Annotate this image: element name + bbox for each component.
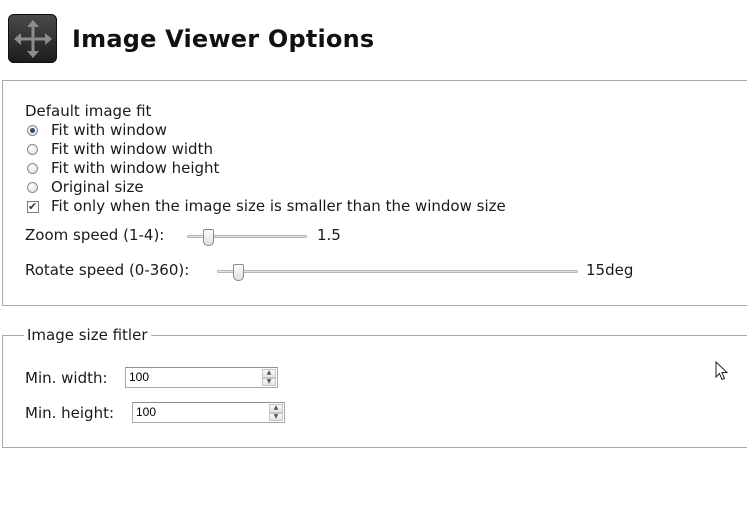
check-icon: ✔: [28, 199, 38, 213]
decrement-icon[interactable]: ▼: [262, 377, 276, 386]
fit-height-radio[interactable]: [27, 163, 38, 174]
rotate-speed-row: Rotate speed (0-360): 15deg: [25, 261, 645, 281]
increment-icon[interactable]: ▲: [262, 369, 276, 378]
fit-width-label: Fit with window width: [51, 140, 213, 158]
original-size-option[interactable]: Original size: [27, 178, 144, 197]
original-size-radio[interactable]: [27, 182, 38, 193]
min-width-value: 100: [129, 370, 150, 384]
rotate-speed-label: Rotate speed (0-360):: [25, 261, 190, 279]
zoom-speed-label: Zoom speed (1-4):: [25, 226, 165, 244]
rotate-speed-value: 15deg: [586, 261, 634, 279]
decrement-icon[interactable]: ▼: [269, 412, 283, 421]
mouse-cursor-icon: [715, 360, 729, 385]
fit-only-smaller-label: Fit only when the image size is smaller …: [51, 197, 506, 215]
fit-height-option[interactable]: Fit with window height: [27, 159, 219, 178]
min-width-row: Min. width: 100 ▲ ▼: [25, 367, 305, 389]
default-fit-label: Default image fit: [25, 102, 152, 120]
fit-window-radio[interactable]: [27, 125, 38, 136]
fit-only-smaller-option[interactable]: ✔ Fit only when the image size is smalle…: [27, 197, 506, 216]
page-title: Image Viewer Options: [72, 24, 375, 53]
move-arrows-icon: [8, 14, 57, 63]
size-filter-legend: Image size fitler: [24, 326, 151, 345]
min-width-input[interactable]: 100 ▲ ▼: [125, 367, 278, 388]
size-filter-panel: Image size fitler Min. width: 100 ▲ ▼ Mi…: [2, 326, 747, 448]
fit-options-panel: Default image fit Fit with window Fit wi…: [2, 80, 747, 306]
increment-icon[interactable]: ▲: [269, 404, 283, 413]
min-height-value: 100: [136, 405, 157, 419]
fit-window-label: Fit with window: [51, 121, 167, 139]
min-width-label: Min. width:: [25, 369, 108, 387]
zoom-speed-row: Zoom speed (1-4): 1.5: [25, 226, 355, 246]
min-height-spinner[interactable]: ▲ ▼: [269, 404, 283, 421]
fit-window-option[interactable]: Fit with window: [27, 121, 167, 140]
min-height-row: Min. height: 100 ▲ ▼: [25, 402, 315, 424]
fit-width-option[interactable]: Fit with window width: [27, 140, 213, 159]
header: Image Viewer Options: [8, 14, 374, 63]
rotate-speed-slider[interactable]: [217, 264, 578, 281]
fit-only-smaller-checkbox[interactable]: ✔: [27, 199, 39, 213]
fit-width-radio[interactable]: [27, 144, 38, 155]
fit-height-label: Fit with window height: [51, 159, 220, 177]
zoom-speed-slider-thumb[interactable]: [203, 229, 215, 246]
zoom-speed-slider[interactable]: [187, 229, 307, 246]
rotate-speed-slider-thumb[interactable]: [232, 264, 244, 281]
min-width-spinner[interactable]: ▲ ▼: [262, 369, 276, 386]
original-size-label: Original size: [51, 178, 144, 196]
zoom-speed-value: 1.5: [317, 226, 341, 244]
min-height-label: Min. height:: [25, 404, 115, 422]
min-height-input[interactable]: 100 ▲ ▼: [132, 402, 285, 423]
